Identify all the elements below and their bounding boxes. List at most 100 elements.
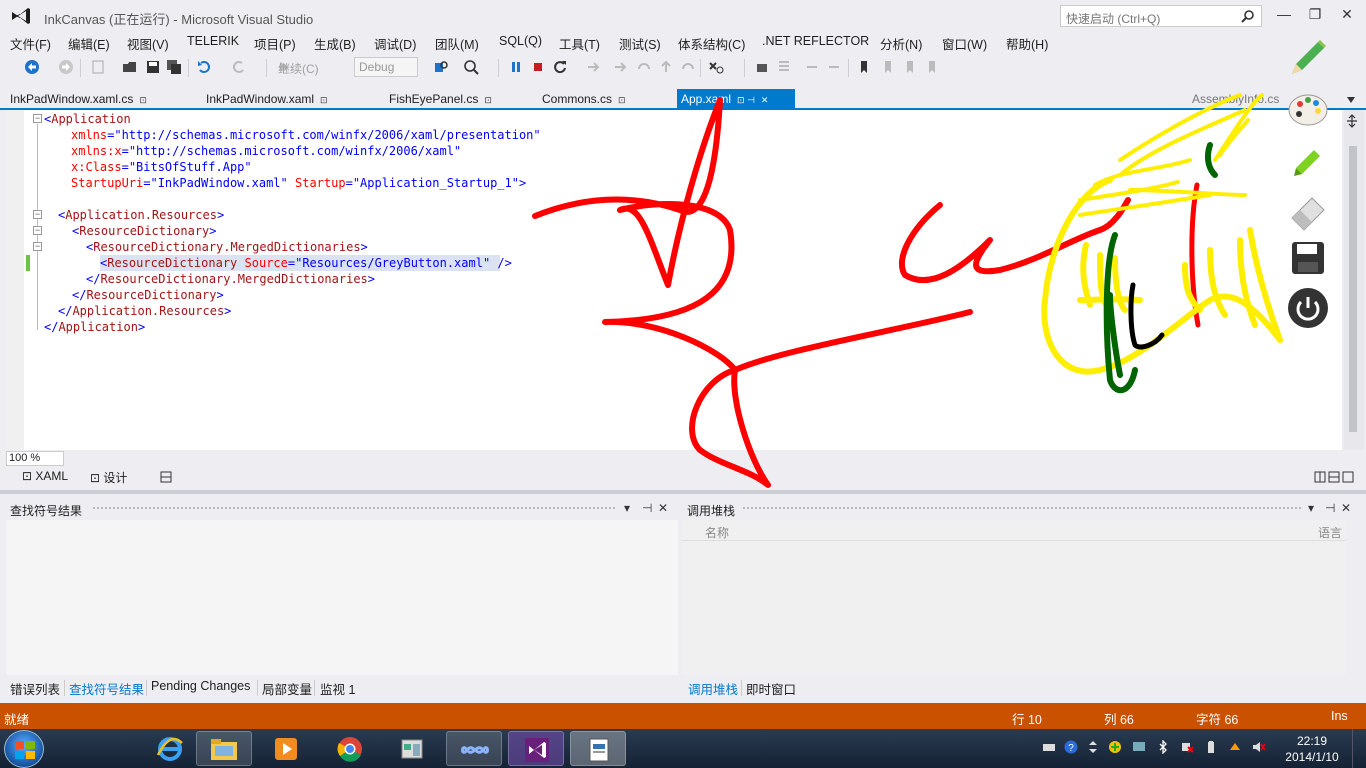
tab-inkpadwindow-xaml[interactable]: InkPadWindow.xaml ⊡	[206, 89, 328, 110]
split-layout-icons[interactable]	[1314, 471, 1354, 483]
fold-toggle[interactable]: −	[33, 242, 42, 251]
redo-icon[interactable]	[231, 59, 247, 75]
menu-test[interactable]: 测试(S)	[619, 34, 661, 53]
menu-view[interactable]: 视图(V)	[127, 34, 169, 53]
scroll-thumb[interactable]	[1349, 146, 1357, 432]
comment-icon[interactable]	[804, 59, 820, 75]
tab-immediate-window[interactable]: 即时窗口	[746, 679, 796, 698]
menu-window[interactable]: 窗口(W)	[942, 34, 987, 53]
panel-pin-icon[interactable]: ⊣	[642, 501, 652, 515]
uncomment-icon[interactable]	[826, 59, 842, 75]
tab-locals[interactable]: 局部变量	[262, 679, 312, 698]
taskbar-ie[interactable]	[140, 731, 196, 766]
browse-icon[interactable]	[463, 59, 479, 75]
clear-bookmarks-icon[interactable]	[924, 59, 940, 75]
panel-close-icon[interactable]: ✕	[658, 501, 668, 515]
tab-find-symbol-results[interactable]: 查找符号结果	[69, 679, 144, 698]
tab-error-list[interactable]: 错误列表	[10, 679, 60, 698]
tab-inkpadwindow-xaml-cs[interactable]: InkPadWindow.xaml.cs ⊡	[10, 89, 147, 110]
fold-toggle[interactable]: −	[33, 210, 42, 219]
step-back-icon[interactable]	[680, 59, 696, 75]
new-project-icon[interactable]	[90, 59, 106, 75]
taskbar-visual-studio[interactable]	[508, 731, 564, 766]
save-all-icon[interactable]	[166, 59, 182, 75]
search-icon[interactable]	[1241, 9, 1255, 23]
taskbar-blend[interactable]	[446, 731, 502, 766]
design-view-tab[interactable]: ⊡ 设计	[90, 469, 127, 486]
menu-build[interactable]: 生成(B)	[314, 34, 356, 53]
tab-watch-1[interactable]: 监视 1	[320, 679, 355, 698]
menu-debug[interactable]: 调试(D)	[374, 34, 416, 53]
zoom-dropdown[interactable]: 100 %	[6, 451, 64, 466]
bluetooth-icon[interactable]	[1156, 740, 1170, 754]
panel-menu-icon[interactable]: ▾	[624, 501, 630, 515]
save-icon[interactable]	[145, 59, 161, 75]
tab-app-xaml[interactable]: App.xaml ⊡ ⊣ ✕	[677, 89, 795, 110]
undo-icon[interactable]	[196, 59, 212, 75]
menu-edit[interactable]: 编辑(E)	[68, 34, 110, 53]
panel-menu-icon[interactable]: ▾	[1308, 501, 1314, 515]
menu-architecture[interactable]: 体系结构(C)	[678, 34, 745, 53]
open-file-icon[interactable]	[122, 59, 138, 75]
solution-config-dropdown[interactable]: Debug	[354, 57, 418, 77]
tab-pending-changes[interactable]: Pending Changes	[151, 679, 250, 693]
panel-pin-icon[interactable]: ⊣	[1325, 501, 1335, 515]
system-clock[interactable]: 22:19 2014/1/10	[1280, 733, 1344, 765]
show-next-statement-icon[interactable]	[585, 59, 601, 75]
start-button[interactable]	[4, 730, 44, 768]
tab-fisheyepanel-cs[interactable]: FishEyePanel.cs ⊡	[389, 89, 492, 110]
panel-grip[interactable]	[92, 506, 616, 511]
menu-project[interactable]: 项目(P)	[254, 34, 296, 53]
help-icon[interactable]: ?	[1064, 740, 1078, 754]
menu-telerik[interactable]: TELERIK	[187, 34, 239, 48]
exceptions-icon[interactable]	[708, 59, 724, 75]
pin-icon[interactable]: ⊡	[484, 95, 492, 105]
back-icon[interactable]	[24, 59, 40, 75]
menu-net-reflector[interactable]: .NET REFLECTOR	[762, 34, 869, 48]
column-header-language[interactable]: 语言	[1318, 524, 1342, 541]
eraser-icon[interactable]	[1286, 188, 1330, 232]
tab-commons-cs[interactable]: Commons.cs ⊡	[542, 89, 626, 110]
volume-muted-icon[interactable]	[1252, 740, 1266, 754]
pen-tool-icon[interactable]	[1286, 36, 1330, 80]
menu-tools[interactable]: 工具(T)	[559, 34, 600, 53]
menu-sql[interactable]: SQL(Q)	[499, 34, 542, 48]
taskbar-chrome[interactable]	[322, 731, 378, 766]
tray-plus-icon[interactable]	[1108, 740, 1122, 754]
pin-icon[interactable]: ⊡	[139, 95, 147, 105]
panel-close-icon[interactable]: ✕	[1341, 501, 1351, 515]
taskbar-inkcanvas[interactable]	[570, 731, 626, 766]
next-bookmark-icon[interactable]	[902, 59, 918, 75]
column-header-name[interactable]: 名称	[705, 524, 729, 541]
stop-icon[interactable]	[530, 59, 546, 75]
step-over-icon[interactable]	[636, 59, 652, 75]
menu-team[interactable]: 团队(M)	[435, 34, 479, 53]
pin-icon[interactable]: ⊡	[320, 95, 328, 105]
power-icon[interactable]	[1286, 286, 1330, 330]
forward-icon[interactable]	[58, 59, 74, 75]
save-ink-icon[interactable]	[1286, 236, 1330, 280]
color-palette-icon[interactable]	[1286, 88, 1330, 132]
find-icon[interactable]	[433, 59, 449, 75]
taskbar-media-player[interactable]	[258, 731, 314, 766]
xaml-view-tab[interactable]: ⊡ XAML	[22, 469, 68, 483]
tray-flag-icon[interactable]	[1228, 740, 1242, 754]
highlighter-icon[interactable]	[1286, 136, 1330, 180]
fold-toggle[interactable]: −	[33, 226, 42, 235]
prev-bookmark-icon[interactable]	[880, 59, 896, 75]
pause-icon[interactable]	[508, 59, 524, 75]
continue-button[interactable]: 继续(C)	[278, 60, 319, 77]
minimize-button[interactable]: —	[1274, 6, 1294, 26]
close-window-button[interactable]: ✕	[1337, 6, 1357, 26]
keyboard-icon[interactable]	[1042, 740, 1056, 754]
restart-icon[interactable]	[552, 59, 568, 75]
pin-icon[interactable]: ⊡ ⊣	[737, 95, 755, 105]
split-editor-icon[interactable]	[1345, 114, 1359, 128]
tab-call-stack[interactable]: 调用堆栈	[688, 679, 738, 698]
network-icon[interactable]	[1180, 740, 1194, 754]
show-desktop-button[interactable]	[1352, 729, 1366, 768]
close-tab-icon[interactable]: ✕	[761, 95, 769, 105]
bookmark-icon[interactable]	[856, 59, 872, 75]
tray-monitor-icon[interactable]	[1132, 740, 1146, 754]
taskbar-app[interactable]	[384, 731, 440, 766]
